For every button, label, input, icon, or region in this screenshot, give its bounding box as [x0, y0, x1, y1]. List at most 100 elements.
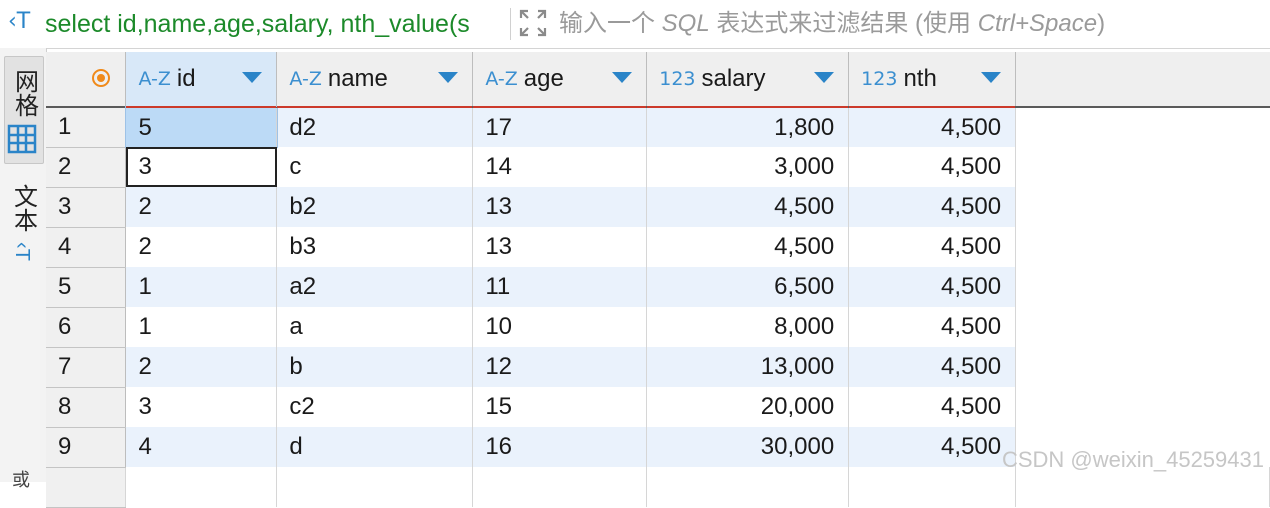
cell-name[interactable]: b [276, 347, 474, 387]
table-row[interactable]: 2 3 c 14 3,000 4,500 [46, 147, 1270, 188]
cell-age[interactable]: 10 [472, 307, 648, 347]
row-number-cell[interactable]: 7 [46, 347, 127, 388]
cell-age[interactable]: 13 [472, 227, 648, 267]
cell-empty [1015, 187, 1270, 227]
cell-nth[interactable]: 4,500 [848, 347, 1017, 387]
empty-cell [472, 467, 648, 507]
cell-salary[interactable]: 20,000 [646, 387, 850, 427]
row-number-header[interactable] [46, 52, 127, 108]
cell-nth[interactable]: 4,500 [848, 227, 1017, 267]
expand-icon[interactable] [518, 8, 548, 38]
row-number-cell[interactable]: 3 [46, 187, 127, 228]
sort-dropdown-icon[interactable] [814, 72, 835, 83]
cell-nth[interactable]: 4,500 [848, 107, 1017, 147]
tab-text-label: 文本 [9, 184, 37, 232]
cell-nth[interactable]: 4,500 [848, 387, 1017, 427]
row-number-cell[interactable]: 6 [46, 307, 127, 348]
row-number-cell[interactable]: 9 [46, 427, 127, 468]
table-row[interactable]: 3 2 b2 13 4,500 4,500 [46, 187, 1270, 228]
cell-salary[interactable]: 6,500 [646, 267, 850, 307]
cell-nth[interactable]: 4,500 [848, 267, 1017, 307]
cell-age[interactable]: 11 [472, 267, 648, 307]
cell-id[interactable]: 2 [125, 347, 278, 387]
cell-age[interactable]: 12 [472, 347, 648, 387]
cell-id[interactable]: 3 [125, 147, 278, 187]
text-type-icon: A-Z [485, 68, 518, 90]
filter-placeholder-suffix: ) [1097, 10, 1106, 37]
cell-nth[interactable]: 4,500 [848, 427, 1017, 467]
row-number-cell[interactable]: 2 [46, 147, 127, 188]
column-name: name [327, 65, 388, 92]
cell-salary[interactable]: 4,500 [646, 227, 850, 267]
column-header-id[interactable]: A-Z id [125, 52, 278, 108]
cell-name[interactable]: c [276, 147, 474, 187]
toolbar-divider [510, 8, 511, 40]
cell-id[interactable]: 1 [125, 267, 278, 307]
column-name: id [176, 65, 196, 92]
row-number-cell[interactable]: 1 [46, 107, 127, 148]
tab-text[interactable]: 文本 [4, 176, 42, 240]
empty-cell [646, 467, 850, 507]
table-row[interactable]: 7 2 b 12 13,000 4,500 [46, 347, 1270, 388]
cell-age[interactable]: 17 [472, 107, 648, 147]
empty-row [46, 467, 1270, 508]
watermark: CSDN @weixin_45259431 [1001, 447, 1264, 472]
cell-name[interactable]: d [276, 427, 474, 467]
table-row[interactable]: 1 5 d2 17 1,800 4,500 [46, 106, 1270, 148]
cell-empty [1015, 147, 1270, 187]
sort-dropdown-icon[interactable] [612, 72, 633, 83]
cell-salary[interactable]: 3,000 [646, 147, 850, 187]
cell-empty [1015, 307, 1270, 347]
cell-nth[interactable]: 4,500 [848, 187, 1017, 227]
filter-placeholder-prefix: 输入一个 [559, 10, 662, 37]
cell-id[interactable]: 3 [125, 387, 278, 427]
table-row[interactable]: 5 1 a2 11 6,500 4,500 [46, 267, 1270, 308]
sort-dropdown-icon[interactable] [438, 72, 459, 83]
row-number-cell[interactable]: 4 [46, 227, 127, 268]
cell-empty [1015, 347, 1270, 387]
cell-empty [1015, 387, 1270, 427]
column-header-name[interactable]: A-Z name [276, 52, 474, 108]
cell-id[interactable]: 2 [125, 227, 278, 267]
results-grid: A-Z id A-Z name A-Z age 123 salary 123 n… [46, 52, 1270, 508]
cell-salary[interactable]: 4,500 [646, 187, 850, 227]
sql-text-icon[interactable]: ‹T [8, 9, 30, 34]
cell-age[interactable]: 13 [472, 187, 648, 227]
cell-age[interactable]: 14 [472, 147, 648, 187]
cell-name[interactable]: a [276, 307, 474, 347]
cell-id[interactable]: 1 [125, 307, 278, 347]
cell-salary[interactable]: 1,800 [646, 107, 850, 147]
cell-name[interactable]: d2 [276, 107, 474, 147]
table-row[interactable]: 8 3 c2 15 20,000 4,500 [46, 387, 1270, 428]
row-number-cell[interactable]: 5 [46, 267, 127, 308]
column-header-salary[interactable]: 123 salary [646, 52, 850, 108]
cell-name[interactable]: c2 [276, 387, 474, 427]
cell-name[interactable]: b2 [276, 187, 474, 227]
table-row[interactable]: 4 2 b3 13 4,500 4,500 [46, 227, 1270, 268]
cell-name[interactable]: b3 [276, 227, 474, 267]
cell-name[interactable]: a2 [276, 267, 474, 307]
tab-grid-label: 网格 [10, 69, 38, 117]
sql-query-preview[interactable]: select id,name,age,salary, nth_value(s [45, 6, 505, 42]
cell-salary[interactable]: 8,000 [646, 307, 850, 347]
cell-age[interactable]: 15 [472, 387, 648, 427]
cell-salary[interactable]: 30,000 [646, 427, 850, 467]
cell-nth[interactable]: 4,500 [848, 147, 1017, 187]
column-header-age[interactable]: A-Z age [472, 52, 648, 108]
table-row[interactable]: 6 1 a 10 8,000 4,500 [46, 307, 1270, 348]
sidebar-bottom-label: 或 [12, 470, 30, 490]
cell-age[interactable]: 16 [472, 427, 648, 467]
sort-dropdown-icon[interactable] [981, 72, 1002, 83]
cell-nth[interactable]: 4,500 [848, 307, 1017, 347]
filter-input[interactable]: 输入一个 SQL 表达式来过滤结果 (使用 Ctrl+Space) [559, 6, 1105, 42]
cell-id[interactable]: 4 [125, 427, 278, 467]
sort-dropdown-icon[interactable] [242, 72, 263, 83]
row-number-cell[interactable]: 8 [46, 387, 127, 428]
column-name: nth [903, 65, 937, 92]
column-header-nth[interactable]: 123 nth [848, 52, 1017, 108]
row-marker-icon[interactable] [92, 69, 110, 87]
cell-id[interactable]: 2 [125, 187, 278, 227]
cell-id[interactable]: 5 [124, 106, 278, 148]
cell-empty [1015, 227, 1270, 267]
cell-salary[interactable]: 13,000 [646, 347, 850, 387]
